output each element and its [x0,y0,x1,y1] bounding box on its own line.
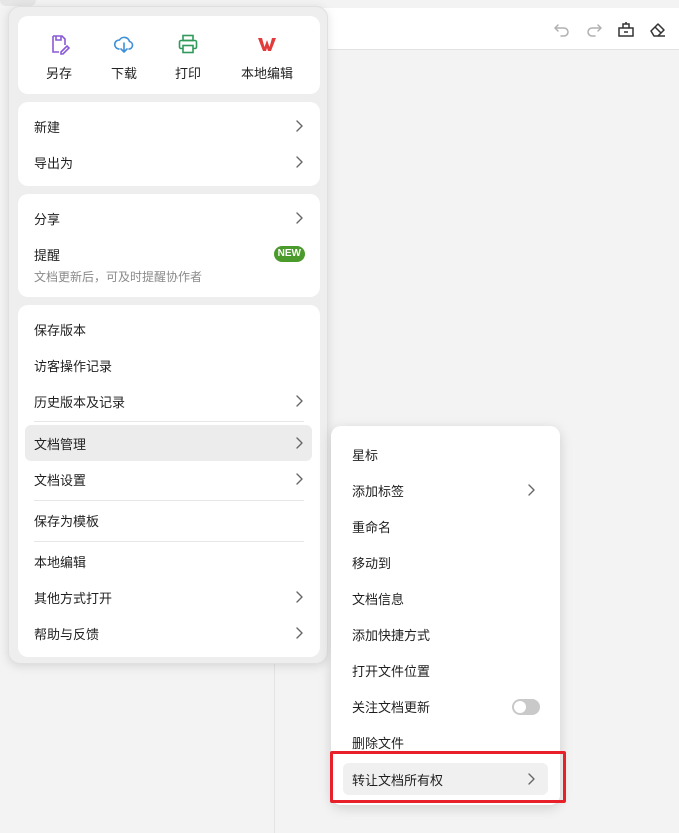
chevron-right-icon [292,154,306,170]
file-menu: 另存 下载 打印 本地编辑 新建 导出为 分享 提醒 NEW 文档更新后，可及时… [8,6,328,664]
create-export-group: 新建 导出为 [18,102,320,186]
menu-item-label: 帮助与反馈 [34,628,100,643]
submenu-item-label: 添加快捷方式 [352,629,431,644]
menu-item-label: 保存版本 [34,324,87,339]
submenu-item-star[interactable]: 星标 [331,436,560,472]
submenu-item-label: 移动到 [352,557,392,572]
submenu-item-label: 打开文件位置 [352,665,431,680]
divider [34,500,304,501]
menu-item-label: 保存为模板 [34,515,100,530]
menu-item-share[interactable]: 分享 [18,200,320,236]
submenu-item-delete[interactable]: 删除文件 [331,724,560,760]
menu-item-help[interactable]: 帮助与反馈 [18,615,320,651]
menu-item-label: 提醒 [34,249,61,264]
remind-description: 文档更新后，可及时提醒协作者 [34,270,203,284]
menu-item-doc-manage[interactable]: 文档管理 [18,425,320,461]
follow-updates-toggle[interactable] [512,699,540,715]
menu-item-label: 本地编辑 [34,556,87,571]
download-button[interactable]: 下载 [97,16,151,94]
menu-item-label: 文档设置 [34,474,87,489]
chevron-right-icon [524,771,538,787]
wps-logo-icon [256,33,278,55]
save-as-label: 另存 [45,67,72,82]
local-edit-quick-label: 本地编辑 [240,67,293,82]
chevron-right-icon [292,471,306,487]
chevron-right-icon [292,625,306,641]
chevron-right-icon [292,393,306,409]
submenu-item-label: 删除文件 [352,737,405,752]
submenu-item-label: 转让文档所有权 [352,774,444,789]
format-brush-icon[interactable] [616,19,636,39]
menu-item-label: 历史版本及记录 [34,396,126,411]
menu-item-save-version[interactable]: 保存版本 [18,311,320,347]
submenu-item-add-shortcut[interactable]: 添加快捷方式 [331,616,560,652]
chevron-right-icon [292,210,306,226]
submenu-item-follow-updates[interactable]: 关注文档更新 [331,688,560,724]
download-label: 下载 [110,67,137,82]
submenu-item-label: 星标 [352,449,379,464]
menu-item-label: 文档管理 [34,438,87,453]
menu-item-history[interactable]: 历史版本及记录 [18,383,320,419]
quick-actions: 另存 下载 打印 本地编辑 [18,16,320,94]
print-button[interactable]: 打印 [161,16,215,94]
chevron-right-icon [292,435,306,451]
chevron-right-icon [292,589,306,605]
save-as-button[interactable]: 另存 [32,16,86,94]
document-group: 保存版本 访客操作记录 历史版本及记录 文档管理 文档设置 保存为模板 本地编辑… [18,305,320,657]
share-remind-group: 分享 提醒 NEW 文档更新后，可及时提醒协作者 [18,194,320,297]
new-badge: NEW [273,246,305,262]
chevron-right-icon [524,482,538,498]
print-icon [177,33,199,55]
menu-item-export[interactable]: 导出为 [18,144,320,180]
menu-item-label: 其他方式打开 [34,592,113,607]
menu-item-label: 分享 [34,213,61,228]
doc-manage-submenu: 星标 添加标签 重命名 移动到 文档信息 添加快捷方式 打开文件位置 关注文档更… [331,426,560,805]
submenu-item-move-to[interactable]: 移动到 [331,544,560,580]
chevron-right-icon [292,118,306,134]
toggle-knob [514,701,526,713]
menu-item-local-edit[interactable]: 本地编辑 [18,543,320,579]
menu-item-save-template[interactable]: 保存为模板 [18,502,320,538]
eraser-icon[interactable] [648,19,668,39]
menu-item-label: 新建 [34,121,61,136]
submenu-item-label: 添加标签 [352,485,405,500]
submenu-item-label: 文档信息 [352,593,405,608]
print-label: 打印 [174,67,201,82]
submenu-item-label: 关注文档更新 [352,701,431,716]
menu-item-label: 访客操作记录 [34,360,113,375]
menu-item-open-with[interactable]: 其他方式打开 [18,579,320,615]
submenu-item-add-tag[interactable]: 添加标签 [331,472,560,508]
divider [34,541,304,542]
menu-item-doc-settings[interactable]: 文档设置 [18,461,320,497]
undo-icon[interactable] [552,19,572,39]
redo-icon[interactable] [584,19,604,39]
submenu-item-doc-info[interactable]: 文档信息 [331,580,560,616]
submenu-item-label: 重命名 [352,521,392,536]
submenu-item-rename[interactable]: 重命名 [331,508,560,544]
submenu-item-transfer-ownership[interactable]: 转让文档所有权 [331,763,560,799]
save-as-icon [48,33,70,55]
menu-item-label: 导出为 [34,157,74,172]
download-icon [113,33,135,55]
divider [34,421,304,422]
menu-item-new[interactable]: 新建 [18,108,320,144]
local-edit-quick-button[interactable]: 本地编辑 [227,16,307,94]
menu-item-visitor-log[interactable]: 访客操作记录 [18,347,320,383]
submenu-item-open-location[interactable]: 打开文件位置 [331,652,560,688]
